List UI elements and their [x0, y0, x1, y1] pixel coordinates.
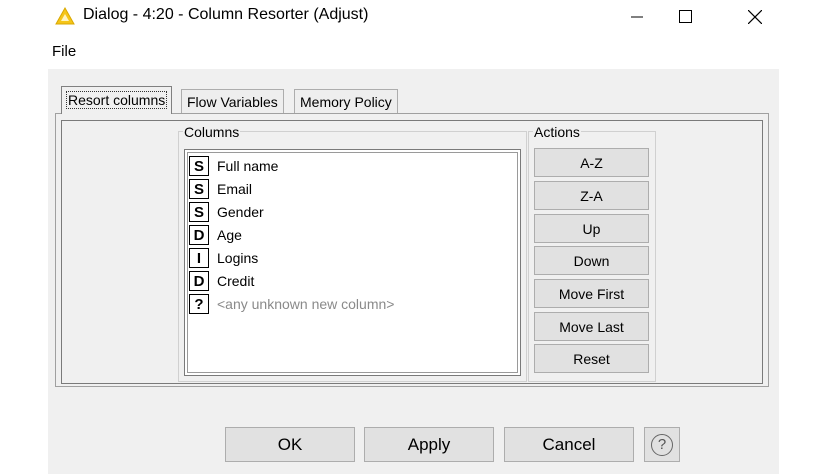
string-type-icon: S: [189, 156, 209, 176]
column-name: Full name: [217, 158, 279, 174]
move-up-button[interactable]: Up: [534, 214, 649, 243]
minimize-icon: [631, 16, 643, 17]
move-down-button[interactable]: Down: [534, 246, 649, 275]
close-button[interactable]: [732, 0, 778, 33]
tab-panel: Columns S Full name S Email S Gender D A…: [55, 113, 769, 387]
double-type-icon: D: [189, 225, 209, 245]
tab-label: Resort columns: [65, 91, 168, 109]
columns-group: Columns S Full name S Email S Gender D A…: [178, 124, 527, 382]
columns-list[interactable]: S Full name S Email S Gender D Age I Log…: [184, 149, 521, 376]
string-type-icon: S: [189, 179, 209, 199]
column-name: Gender: [217, 204, 264, 220]
list-item[interactable]: S Email: [189, 178, 252, 200]
tab-label: Memory Policy: [300, 94, 392, 110]
list-item[interactable]: S Full name: [189, 155, 278, 177]
sort-za-button[interactable]: Z-A: [534, 181, 649, 210]
right-margin: [779, 0, 827, 474]
knime-app-icon: [55, 7, 75, 25]
tab-content: Columns S Full name S Email S Gender D A…: [61, 120, 763, 384]
actions-group: Actions A-Z Z-A Up Down Move First Move …: [528, 124, 656, 382]
sort-az-button[interactable]: A-Z: [534, 148, 649, 177]
unknown-column-placeholder: <any unknown new column>: [217, 296, 395, 312]
column-name: Credit: [217, 273, 255, 289]
string-type-icon: S: [189, 202, 209, 222]
column-name: Email: [217, 181, 253, 197]
list-item[interactable]: ? <any unknown new column>: [189, 293, 394, 315]
double-type-icon: D: [189, 271, 209, 291]
help-button[interactable]: ?: [644, 427, 680, 462]
close-icon: [748, 9, 762, 24]
help-icon: ?: [651, 433, 673, 456]
integer-type-icon: I: [189, 248, 209, 268]
list-item[interactable]: D Credit: [189, 270, 254, 292]
apply-button[interactable]: Apply: [364, 427, 494, 462]
maximize-icon: [678, 10, 692, 23]
menu-bar: File: [48, 33, 779, 69]
tab-resort-columns[interactable]: Resort columns: [61, 86, 173, 114]
move-first-button[interactable]: Move First: [534, 279, 649, 308]
dialog-window: Dialog - 4:20 - Column Resorter (Adjust)…: [48, 0, 779, 474]
tab-label: Flow Variables: [187, 94, 278, 110]
column-name: Logins: [217, 250, 259, 266]
actions-group-title: Actions: [533, 124, 581, 140]
list-item[interactable]: D Age: [189, 224, 242, 246]
tab-flow-variables[interactable]: Flow Variables: [181, 89, 284, 113]
columns-list-inner: S Full name S Email S Gender D Age I Log…: [187, 152, 518, 373]
list-item[interactable]: S Gender: [189, 201, 264, 223]
cancel-button[interactable]: Cancel: [504, 427, 634, 462]
column-name: Age: [217, 227, 242, 243]
menu-file[interactable]: File: [52, 43, 76, 60]
unknown-type-icon: ?: [189, 294, 209, 314]
window-title: Dialog - 4:20 - Column Resorter (Adjust): [83, 6, 369, 23]
minimize-button[interactable]: [614, 0, 660, 33]
title-bar[interactable]: Dialog - 4:20 - Column Resorter (Adjust): [48, 0, 779, 33]
maximize-button[interactable]: [662, 0, 708, 33]
tab-memory-policy[interactable]: Memory Policy: [294, 89, 398, 113]
move-last-button[interactable]: Move Last: [534, 312, 649, 341]
left-margin: [0, 0, 48, 474]
list-item[interactable]: I Logins: [189, 247, 258, 269]
ok-button[interactable]: OK: [225, 427, 355, 462]
reset-button[interactable]: Reset: [534, 344, 649, 373]
columns-group-title: Columns: [183, 124, 241, 140]
